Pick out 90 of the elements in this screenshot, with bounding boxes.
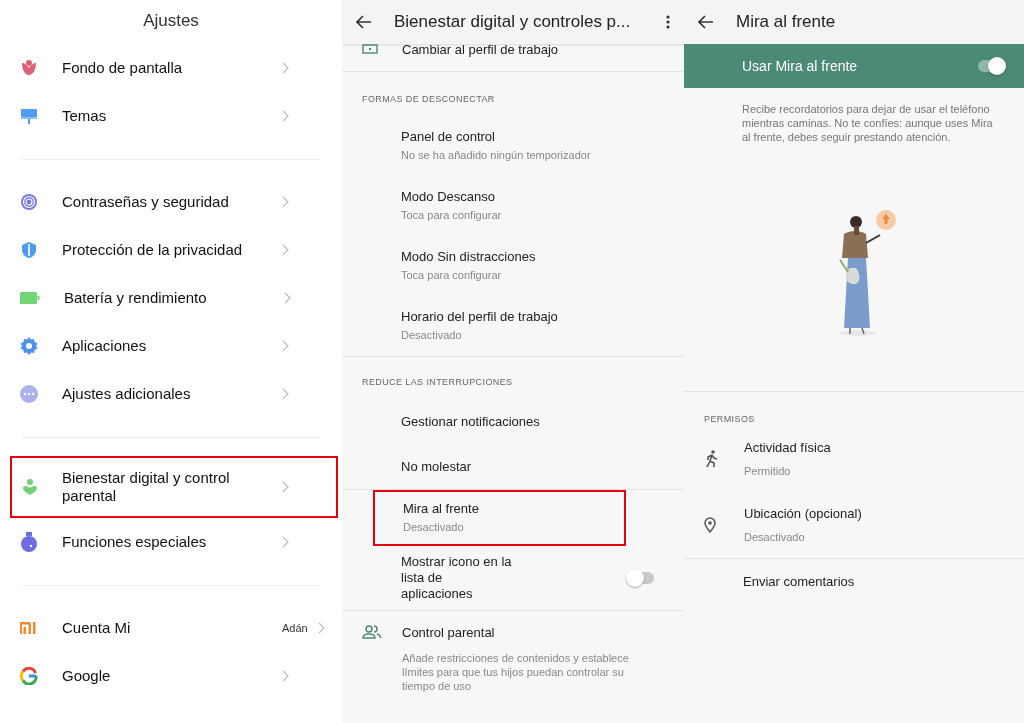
- section-header: FORMAS DE DESCONECTAR: [361, 93, 496, 106]
- settings-item[interactable]: Temas: [62, 107, 282, 125]
- item-title[interactable]: Panel de control: [401, 129, 664, 145]
- chevron-right-icon: [282, 388, 289, 400]
- list-row[interactable]: Batería y rendimiento: [0, 274, 342, 322]
- shield-icon: [20, 241, 38, 259]
- list-row[interactable]: Modo Descanso Toca para configurar: [342, 176, 684, 236]
- flower-icon: [20, 59, 38, 77]
- list-row[interactable]: Cuenta Mi Adán: [0, 604, 342, 652]
- permission-status: Permitido: [744, 463, 792, 479]
- list-row[interactable]: Ajustes adicionales: [0, 370, 342, 418]
- screen-title: Mira al frente: [736, 12, 837, 32]
- battery-icon: [20, 292, 40, 304]
- item-title[interactable]: Modo Sin distracciones: [401, 249, 664, 265]
- more-dots-icon: [20, 385, 38, 403]
- list-row[interactable]: Control parental Añade restricciones de contenidos y establece límites para que tus hijos puedan controlar su tiempo de uso: [342, 611, 684, 701]
- list-row[interactable]: Gestionar notificaciones: [342, 399, 684, 444]
- chevron-right-icon: [282, 670, 289, 682]
- settings-item[interactable]: Bienestar digital y control parental: [62, 469, 282, 505]
- feedback-link[interactable]: Enviar comentarios: [743, 574, 855, 590]
- list-row[interactable]: Modo Sin distracciones Toca para configurar: [342, 236, 684, 296]
- chevron-right-icon: [282, 62, 289, 74]
- item-title[interactable]: Mira al frente: [403, 501, 604, 517]
- screen-title: Ajustes: [142, 10, 200, 32]
- section-header: REDUCE LAS INTERRUPCIONES: [361, 376, 514, 389]
- description-text: Recibe recordatorios para dejar de usar el teléfono mientras caminas. No te confíes: aunque uses Mira al frente, debes seguir prestando atención.: [742, 102, 994, 144]
- people-icon: [362, 625, 382, 639]
- chevron-right-icon: [282, 340, 289, 352]
- toggle-switch[interactable]: [978, 60, 1004, 72]
- item-title[interactable]: No molestar: [401, 458, 472, 475]
- item-subtitle: Toca para configurar: [401, 268, 503, 283]
- gear-icon: [20, 337, 38, 355]
- item-title[interactable]: Gestionar notificaciones: [401, 413, 540, 430]
- settings-item[interactable]: Aplicaciones: [62, 337, 282, 355]
- settings-item[interactable]: Batería y rendimiento: [64, 289, 284, 307]
- account-name: Adán: [282, 622, 308, 634]
- item-title[interactable]: Mostrar icono en la lista de aplicaciones: [401, 554, 515, 602]
- chevron-right-icon: [282, 110, 289, 122]
- more-menu-icon[interactable]: [666, 15, 670, 29]
- heart-person-icon: [22, 478, 38, 496]
- location-pin-icon: [704, 517, 716, 533]
- chevron-right-icon: [282, 244, 289, 256]
- list-row[interactable]: Panel de control No se ha añadido ningún temporizador: [342, 116, 684, 176]
- permission-title[interactable]: Actividad física: [744, 439, 1004, 456]
- item-subtitle: Desactivado: [403, 520, 465, 535]
- settings-item[interactable]: Fondo de pantalla: [62, 59, 282, 77]
- chevron-right-icon: [282, 536, 289, 548]
- item-title[interactable]: Modo Descanso: [401, 189, 664, 205]
- list-row[interactable]: Google: [0, 652, 342, 700]
- chevron-right-icon: [282, 196, 289, 208]
- settings-item[interactable]: Cuenta Mi: [62, 619, 282, 637]
- google-logo-icon: [20, 667, 38, 685]
- list-row[interactable]: Protección de la privacidad: [0, 226, 342, 274]
- item-title[interactable]: Control parental: [402, 625, 650, 641]
- item-subtitle: Desactivado: [401, 328, 463, 343]
- item-title[interactable]: Cambiar al perfil de trabajo: [402, 42, 559, 58]
- list-row[interactable]: Temas: [0, 92, 342, 140]
- item-description: Añade restricciones de contenidos y establece límites para que tus hijos puedan controlar su tiempo de uso: [402, 651, 630, 693]
- chevron-right-icon: [282, 481, 289, 493]
- list-row[interactable]: Fondo de pantalla: [0, 44, 342, 92]
- master-switch-bar[interactable]: Usar Mira al frente: [684, 44, 1024, 88]
- settings-item[interactable]: Protección de la privacidad: [62, 241, 282, 259]
- chevron-right-icon: [284, 292, 291, 304]
- permission-status: Desactivado: [744, 529, 806, 545]
- back-arrow-icon[interactable]: [356, 15, 372, 29]
- item-title[interactable]: Horario del perfil de trabajo: [401, 309, 664, 325]
- running-person-icon: [704, 450, 718, 468]
- paint-roller-icon: [20, 107, 38, 125]
- mi-logo-icon: [20, 621, 38, 635]
- briefcase-icon: [362, 44, 378, 54]
- potion-icon: [20, 532, 38, 552]
- fingerprint-icon: [20, 193, 38, 211]
- settings-item[interactable]: Ajustes adicionales: [62, 385, 282, 403]
- back-arrow-icon[interactable]: [698, 15, 714, 29]
- settings-item[interactable]: Google: [62, 667, 282, 685]
- list-row[interactable]: Contraseñas y seguridad: [0, 178, 342, 226]
- list-row[interactable]: No molestar: [342, 444, 684, 489]
- list-row[interactable]: Horario del perfil de trabajo Desactivado: [342, 296, 684, 356]
- settings-item[interactable]: Contraseñas y seguridad: [62, 193, 282, 211]
- chevron-right-icon: [317, 622, 325, 634]
- toggle-switch[interactable]: [628, 572, 654, 584]
- section-header: PERMISOS: [703, 413, 756, 426]
- list-row[interactable]: Aplicaciones: [0, 322, 342, 370]
- list-row[interactable]: Funciones especiales: [0, 518, 342, 566]
- item-subtitle: Toca para configurar: [401, 208, 503, 223]
- permission-title[interactable]: Ubicación (opcional): [744, 505, 1004, 522]
- settings-item[interactable]: Funciones especiales: [62, 533, 282, 551]
- list-row[interactable]: Mostrar icono en la lista de aplicaciones: [342, 546, 684, 610]
- item-subtitle: No se ha añadido ningún temporizador: [401, 148, 592, 163]
- screen-title: Bienestar digital y controles p...: [394, 12, 632, 32]
